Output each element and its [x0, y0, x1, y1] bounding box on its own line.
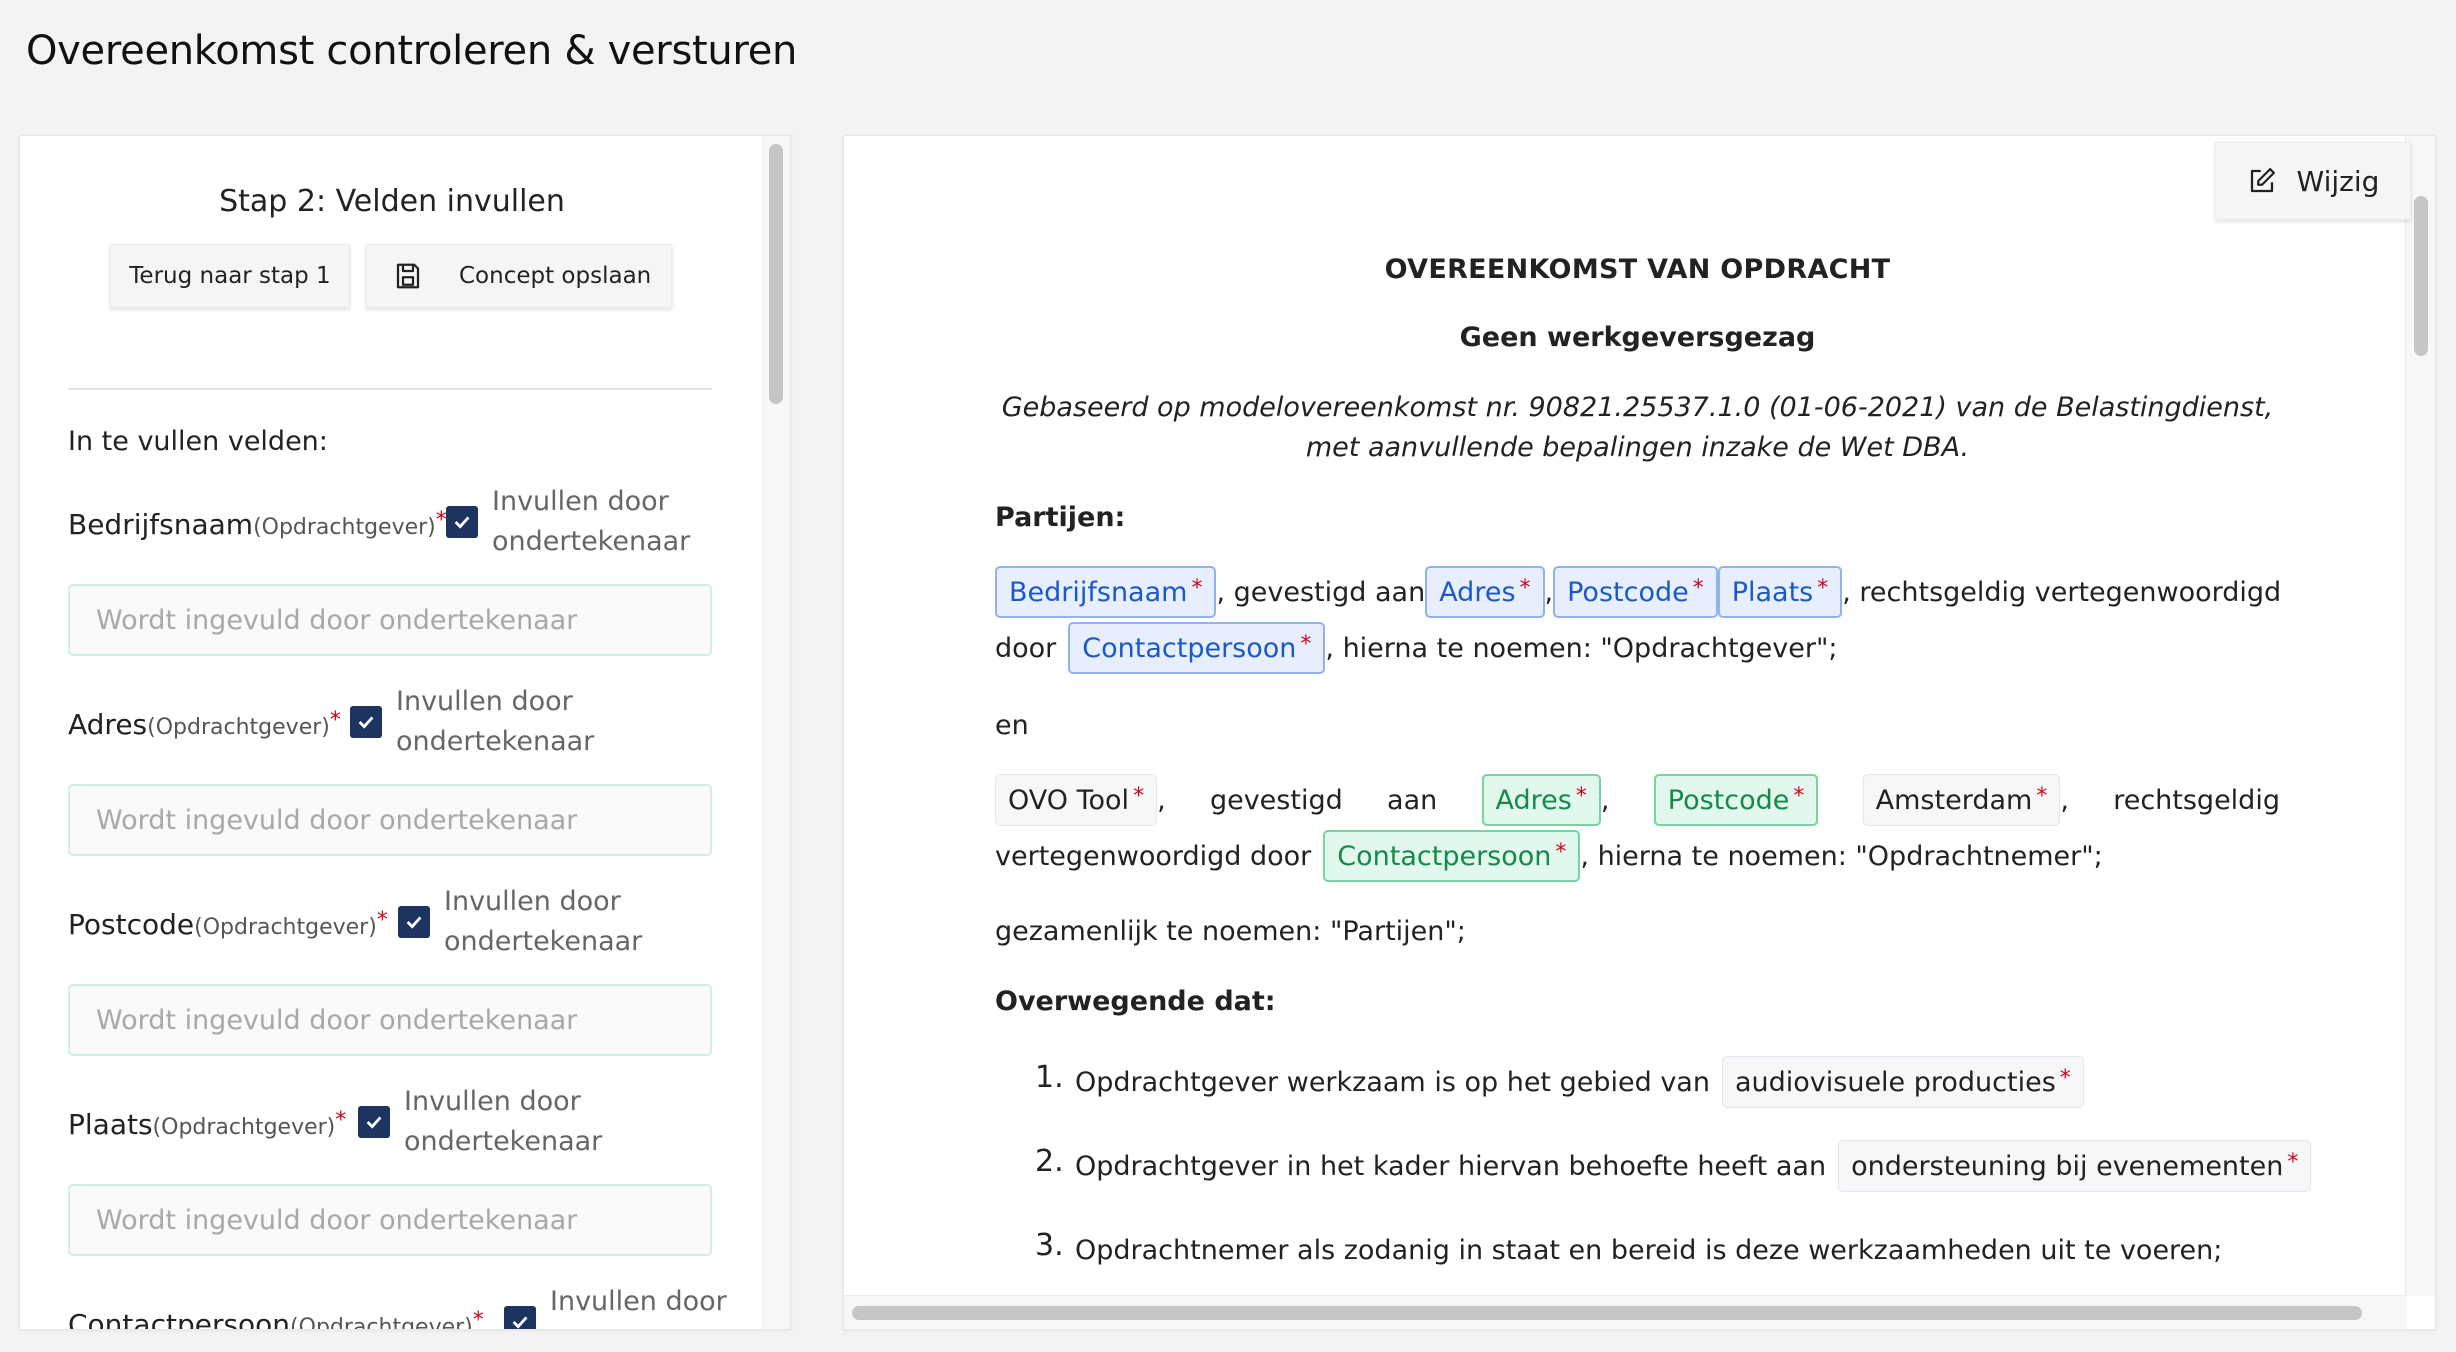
fill-by-signer-checkbox[interactable]	[398, 906, 430, 938]
fill-by-signer-checkbox[interactable]	[358, 1106, 390, 1138]
fill-by-signer-label: Invullen door ondertekenaar	[396, 686, 595, 757]
divider	[68, 388, 712, 390]
list-item: Opdrachtgever in het kader hiervan behoe…	[1075, 1140, 2312, 1192]
placeholder-tag-address[interactable]: Adres *	[1481, 774, 1601, 826]
doc-text: vertegenwoordigd door	[995, 840, 1312, 872]
doc-text: gevestigd	[1209, 784, 1343, 816]
fill-by-signer-label: Invullen door	[550, 1286, 727, 1317]
placeholder-tag-address[interactable]: Adres *	[1425, 566, 1545, 618]
document-preview-panel: Wijzig OVEREENKOMST VAN OPDRACHT Geen we…	[843, 135, 2436, 1330]
party1-line2: door Contactpersoon * , hierna te noemen:…	[995, 622, 2280, 674]
check-icon	[406, 916, 422, 929]
fields-panel: Stap 2: Velden invullen Terug naar stap …	[19, 135, 791, 1330]
doc-text: door	[995, 632, 1057, 664]
fill-by-signer-checkbox[interactable]	[350, 706, 382, 738]
field-label: Contactpersoon(Opdrachtgever)*	[68, 1308, 484, 1330]
placeholder-tag-postcode[interactable]: Postcode *	[1553, 566, 1718, 618]
fields-heading: In te vullen velden:	[68, 426, 328, 457]
list-number: 1.	[1035, 1060, 1064, 1095]
back-button-label: Terug naar stap 1	[129, 263, 331, 289]
doc-text: aan	[1387, 784, 1438, 816]
document-basis: Gebaseerd op modelovereenkomst nr. 90821…	[1001, 392, 2274, 463]
list-number: 3.	[1035, 1228, 1064, 1263]
plaats-input[interactable]: Wordt ingevuld door ondertekenaar	[68, 1184, 712, 1256]
doc-text: ,	[1544, 576, 1554, 608]
adres-input[interactable]: Wordt ingevuld door ondertekenaar	[68, 784, 712, 856]
document-subtitle: Geen werkgeversgezag	[1459, 322, 1816, 353]
fill-by-signer-label: Invullen door ondertekenaar	[492, 486, 691, 557]
check-icon	[366, 1116, 382, 1129]
bedrijfsnaam-input[interactable]: Wordt ingevuld door ondertekenaar	[68, 584, 712, 656]
document-title: OVEREENKOMST VAN OPDRACHT	[1384, 254, 1891, 285]
placeholder-tag-contact[interactable]: Contactpersoon *	[1323, 830, 1581, 882]
list-number: 2.	[1035, 1144, 1064, 1179]
together-text: gezamenlijk te noemen: "Partijen";	[995, 916, 1466, 947]
check-icon	[358, 716, 374, 729]
placeholder-tag-company[interactable]: Bedrijfsnaam *	[995, 566, 1217, 618]
list-item: Opdrachtgever werkzaam is op het gebied …	[1075, 1056, 2084, 1108]
edit-button[interactable]: Wijzig	[2215, 142, 2411, 220]
fields-panel-scroll-thumb[interactable]	[769, 144, 783, 404]
filled-tag-need[interactable]: ondersteuning bij evenementen *	[1838, 1140, 2312, 1192]
and-text: en	[995, 710, 1029, 741]
field-label: Adres(Opdrachtgever)*	[68, 708, 341, 741]
doc-text: , gevestigd aan	[1216, 576, 1426, 608]
filled-tag-company[interactable]: OVO Tool *	[995, 774, 1158, 826]
fill-by-signer-label: Invullen door ondertekenaar	[404, 1086, 603, 1157]
placeholder-tag-contact[interactable]: Contactpersoon *	[1068, 622, 1326, 674]
check-icon	[454, 516, 470, 529]
parties-heading: Partijen:	[995, 502, 1126, 533]
edit-button-label: Wijzig	[2296, 164, 2380, 198]
document-horizontal-scrollbar[interactable]	[844, 1295, 2407, 1329]
doc-text: , hierna te noemen: "Opdrachtgever";	[1325, 632, 1838, 664]
placeholder-tag-city[interactable]: Plaats *	[1717, 566, 1843, 618]
list-item: Opdrachtnemer als zodanig in staat en be…	[1075, 1234, 2223, 1266]
fill-by-signer-checkbox[interactable]	[504, 1306, 536, 1329]
document-vertical-scroll-thumb[interactable]	[2414, 196, 2428, 356]
fill-by-signer-checkbox[interactable]	[446, 506, 478, 538]
check-icon	[512, 1316, 528, 1329]
fill-by-signer-label: Invullen door ondertekenaar	[444, 886, 643, 957]
filled-tag-city[interactable]: Amsterdam *	[1862, 774, 2061, 826]
edit-icon	[2250, 168, 2275, 193]
placeholder-tag-postcode[interactable]: Postcode *	[1653, 774, 1819, 826]
save-button-label: Concept opslaan	[459, 263, 652, 289]
save-draft-button[interactable]: Concept opslaan	[366, 244, 672, 308]
step-title: Stap 2: Velden invullen	[219, 184, 565, 219]
document-vertical-scrollbar[interactable]	[2405, 136, 2435, 1296]
postcode-input[interactable]: Wordt ingevuld door ondertekenaar	[68, 984, 712, 1056]
document-horizontal-scroll-thumb[interactable]	[852, 1306, 2362, 1320]
field-label: Postcode(Opdrachtgever)*	[68, 908, 388, 941]
doc-text: , rechtsgeldig vertegenwoordigd	[1842, 576, 2282, 608]
back-to-step-1-button[interactable]: Terug naar stap 1	[110, 244, 350, 308]
save-icon	[396, 263, 420, 289]
considering-heading: Overwegende dat:	[995, 986, 1276, 1017]
doc-text: , hierna te noemen: "Opdrachtnemer";	[1580, 840, 2103, 872]
page-title: Overeenkomst controleren & versturen	[26, 28, 798, 74]
party2-line1: OVO Tool *, gevestigd aan Adres *, Postcod…	[995, 774, 2280, 826]
filled-tag-field[interactable]: audiovisuele producties *	[1721, 1056, 2084, 1108]
doc-text: rechtsgeldig	[2113, 784, 2280, 816]
field-label: Plaats(Opdrachtgever)*	[68, 1108, 347, 1141]
field-label: Bedrijfsnaam(Opdrachtgever)*	[68, 508, 447, 541]
fields-panel-scrollbar[interactable]	[762, 136, 790, 1329]
party1-line1: Bedrijfsnaam * , gevestigd aan Adres * , P…	[995, 566, 2282, 618]
party2-line2: vertegenwoordigd door Contactpersoon * , …	[995, 830, 2280, 882]
